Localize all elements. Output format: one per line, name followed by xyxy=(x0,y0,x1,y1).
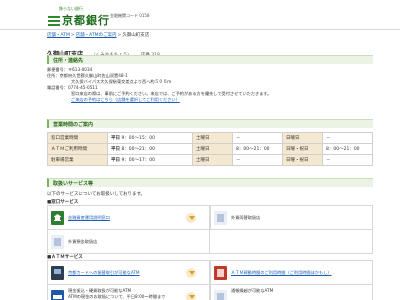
hours-sat-label: 土曜日 xyxy=(192,132,233,144)
visit-reservation-link[interactable]: ご来店の予約はこちら（店舗を選択してご利用ください） xyxy=(71,97,180,102)
hours-label: ＡＴＭご利用時間 xyxy=(47,143,108,155)
hours-sat-value: 8：00～21：00 xyxy=(232,143,283,155)
address-section-title: 住所・連絡先 xyxy=(53,58,84,64)
service-item[interactable]: 現金振込・硬貨取扱が可能なATM ATMの現金のお取扱について、平日8:00～時… xyxy=(47,284,210,300)
cash-deposit-icon xyxy=(51,290,64,300)
chevron-down-icon[interactable] xyxy=(186,268,196,278)
hours-weekday: 平日 9：00～15：00 xyxy=(107,132,193,144)
table-row: ＡＴＭご利用時間 平日 8：00～21：00 土曜日 8：00～21：00 日曜… xyxy=(47,143,373,155)
breadcrumb-item-store-atm[interactable]: 店舗・ATM xyxy=(47,33,70,38)
passbook-icon xyxy=(214,290,227,300)
empty-cell xyxy=(210,229,373,254)
hours-section-title: 営業時間のご案内 xyxy=(53,122,94,128)
breadcrumb-bar: 店舗・ATM>店舗・ATMのご案内>久御山町支店 xyxy=(0,29,400,39)
hours-sun-label: 日曜・祝日 xyxy=(282,143,323,155)
service-item[interactable]: 金融資産運用説明窓口 xyxy=(47,205,210,230)
currency-exchange-icon xyxy=(214,211,227,225)
bank-code: 金融機関コード 0158 xyxy=(110,13,150,18)
hours-sat-value: － xyxy=(232,132,283,144)
service-label: 外貨預金取扱店 xyxy=(68,239,98,244)
hours-label: 窓口営業時間 xyxy=(47,132,108,144)
hours-table: 窓口営業時間 平日 9：00～15：00 土曜日 － 日曜日 － ＡＴＭご利用時… xyxy=(47,132,373,166)
bank-logo[interactable]: 飾らない銀行 京都銀行 xyxy=(47,6,110,28)
service-label: 通帳繰越が可能なATM xyxy=(231,288,274,293)
hours-sun-label: 日曜・祝日 xyxy=(282,154,323,166)
breadcrumb: 店舗・ATM>店舗・ATMのご案内>久御山町支店 xyxy=(47,32,149,38)
hours-sun-value: － xyxy=(322,132,373,144)
services-section-header: 取扱いサービス等 xyxy=(47,178,373,187)
chevron-down-icon[interactable] xyxy=(186,292,196,300)
hours-section-header: 営業時間のご案内 xyxy=(47,119,373,128)
breadcrumb-item-store-guide[interactable]: 店舗・ATMのご案内 xyxy=(76,33,117,38)
hours-sat-label: 土曜日 xyxy=(192,143,233,155)
service-item: 外貨預金取扱店 xyxy=(47,229,210,254)
hours-weekday: 平日 8：00～21：00 xyxy=(107,143,193,155)
hours-sun-value: － xyxy=(322,154,373,166)
service-label: 外貨両替取扱店 xyxy=(231,215,261,220)
address-section-header: 住所・連絡先 xyxy=(47,55,373,64)
service-item: 通帳繰越が可能なATM xyxy=(210,284,373,300)
breadcrumb-item-current: 久御山町支店 xyxy=(122,33,150,38)
bank-logo-icon xyxy=(48,16,60,26)
atm-card-icon xyxy=(51,266,64,280)
service-link[interactable]: ＡＴＭ稼動時間のご利用時間（ご利用時間ほかもし） xyxy=(231,270,332,276)
table-row: 駐車場営業 平日 9：00～17：00 土曜日 － 日曜・祝日 － xyxy=(47,154,373,166)
chevron-down-icon[interactable] xyxy=(186,213,196,223)
page-title: 久御山町支店 （くみやまちょう） 店番 318 xyxy=(47,41,367,58)
bank-building-icon xyxy=(51,211,64,225)
foreign-deposit-icon xyxy=(51,235,64,249)
bank-name: 京都銀行 xyxy=(62,14,110,27)
atm-hours-icon xyxy=(214,266,227,280)
hours-weekday: 平日 9：00～17：00 xyxy=(107,154,193,166)
hours-sun-value: 8：00～21：00 xyxy=(322,143,373,155)
service-item[interactable]: 京都カードへの振替取引が可能なATM xyxy=(47,260,210,285)
address-block: 郵便番号：〒613-0034 住所：京都府久世郡久御山町佐山双置48-1 大久保… xyxy=(47,67,373,103)
hours-sun-label: 日曜日 xyxy=(282,132,323,144)
hours-label: 駐車場営業 xyxy=(47,154,108,166)
services-intro: 以下のサービスについてお取扱いしております。 xyxy=(47,192,146,197)
hours-sat-label: 土曜日 xyxy=(192,154,233,166)
service-sublabel: ATMの現金のお取扱について、平日8:00～時間まで xyxy=(68,294,166,299)
service-link[interactable]: 京都カードへの振替取引が可能なATM xyxy=(68,270,140,276)
hours-sat-value: － xyxy=(232,154,283,166)
services-section-title: 取扱いサービス等 xyxy=(53,181,94,187)
table-row: 窓口営業時間 平日 9：00～15：00 土曜日 － 日曜日 － xyxy=(47,132,373,144)
service-link[interactable]: 金融資産運用説明窓口 xyxy=(68,215,110,221)
service-item: 外貨両替取扱店 xyxy=(210,205,373,230)
site-header: 飾らない銀行 京都銀行 金融機関コード 0158 xyxy=(0,0,400,30)
service-item[interactable]: ＡＴＭ稼動時間のご利用時間（ご利用時間ほかもし） xyxy=(210,260,373,285)
